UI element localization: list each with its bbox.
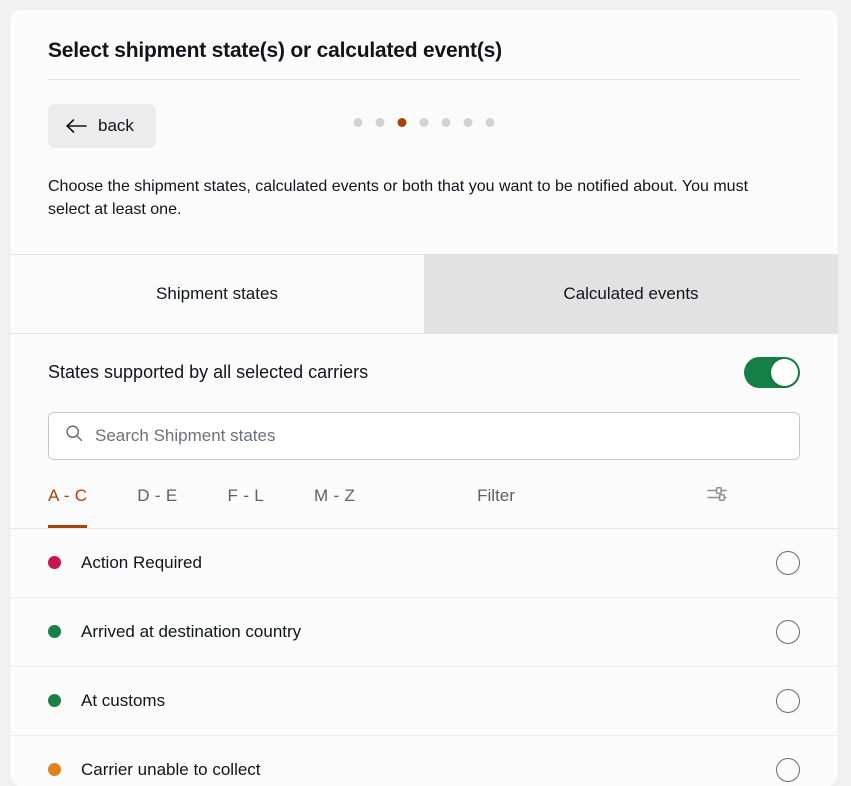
carriers-toggle-label: States supported by all selected carrier… <box>48 362 369 383</box>
main-tabs: Shipment states Calculated events <box>10 254 838 333</box>
step-dot-3[interactable] <box>397 118 407 128</box>
state-list: Action Required Arrived at destination c… <box>10 529 838 786</box>
wizard-card: Select shipment state(s) or calculated e… <box>10 10 838 786</box>
state-color-dot <box>48 625 61 639</box>
alpha-tab-a-c[interactable]: A - C <box>48 486 88 528</box>
toggle-knob <box>771 359 798 387</box>
table-row[interactable]: Arrived at destination country <box>10 598 838 667</box>
alpha-tab-m-z[interactable]: M - Z <box>314 486 355 528</box>
step-pagination <box>353 118 495 128</box>
search-wrap <box>10 411 838 460</box>
state-color-dot <box>48 694 61 708</box>
alpha-filter-bar: A - C D - E F - L M - Z Filter <box>10 460 838 528</box>
search-box[interactable] <box>48 411 800 460</box>
alpha-tab-f-l[interactable]: F - L <box>228 486 264 528</box>
state-label: Arrived at destination country <box>81 621 302 641</box>
table-row[interactable]: Carrier unable to collect <box>10 736 838 786</box>
tab-shipment-states[interactable]: Shipment states <box>10 255 424 333</box>
step-dot-6[interactable] <box>463 118 473 128</box>
step-dot-4[interactable] <box>419 118 429 128</box>
nav-row: back <box>48 80 800 152</box>
filter-button[interactable]: Filter <box>477 486 515 506</box>
card-header: Select shipment state(s) or calculated e… <box>10 10 838 152</box>
table-row[interactable]: Action Required <box>10 529 838 598</box>
carriers-toggle-switch[interactable] <box>744 357 800 389</box>
sliders-icon[interactable] <box>706 484 728 504</box>
state-color-dot <box>48 556 61 570</box>
description-text: Choose the shipment states, calculated e… <box>48 178 749 218</box>
back-button[interactable]: back <box>48 104 156 149</box>
step-dot-7[interactable] <box>485 118 495 128</box>
arrow-left-icon <box>66 118 88 134</box>
alpha-tab-d-e[interactable]: D - E <box>137 486 177 528</box>
search-icon <box>65 424 83 447</box>
carriers-toggle-row: States supported by all selected carrier… <box>10 334 838 412</box>
app-page: Select shipment state(s) or calculated e… <box>0 0 851 786</box>
state-select-radio[interactable] <box>776 619 800 644</box>
step-dot-1[interactable] <box>353 118 363 128</box>
state-label: Action Required <box>81 552 202 572</box>
state-select-radio[interactable] <box>776 688 800 713</box>
state-color-dot <box>48 763 61 777</box>
step-dot-5[interactable] <box>441 118 451 128</box>
state-select-radio[interactable] <box>776 757 800 782</box>
state-select-radio[interactable] <box>776 550 800 575</box>
table-row[interactable]: At customs <box>10 667 838 736</box>
state-label: At customs <box>81 690 166 710</box>
page-title: Select shipment state(s) or calculated e… <box>48 39 502 62</box>
tab-calculated-events[interactable]: Calculated events <box>424 254 838 333</box>
step-dot-2[interactable] <box>375 118 385 128</box>
search-input[interactable] <box>95 425 783 446</box>
state-label: Carrier unable to collect <box>81 759 261 779</box>
back-button-label: back <box>98 116 134 136</box>
